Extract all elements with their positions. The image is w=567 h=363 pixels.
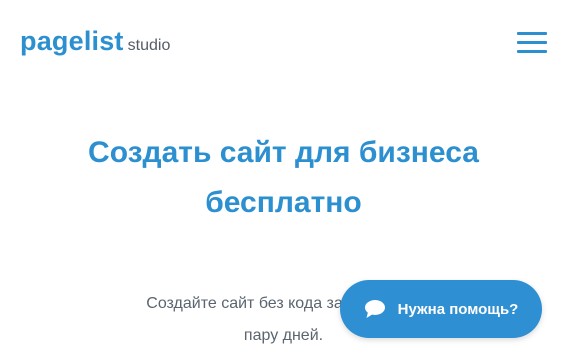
help-chat-button[interactable]: Нужна помощь?: [340, 280, 542, 338]
hero-subtitle-line-2: пару дней.: [243, 327, 324, 344]
logo-wordmark: pagelist: [20, 26, 124, 56]
menu-line: [517, 41, 547, 44]
hamburger-menu-icon[interactable]: [517, 32, 547, 54]
menu-line: [517, 32, 547, 35]
site-header: pagelist studio: [20, 26, 547, 66]
menu-line: [517, 50, 547, 53]
logo[interactable]: pagelist studio: [20, 26, 170, 57]
help-chat-label: Нужна помощь?: [397, 300, 519, 318]
page: pagelist studio Создать сайт для бизнеса …: [0, 0, 567, 363]
hero-title: Создать сайт для бизнеса бесплатно: [40, 128, 527, 228]
hero-title-line-1: Создать сайт для бизнеса: [88, 136, 479, 169]
logo-suffix: studio: [127, 37, 171, 54]
hero-title-line-2: бесплатно: [205, 186, 362, 219]
chat-bubble-icon: [364, 300, 385, 318]
